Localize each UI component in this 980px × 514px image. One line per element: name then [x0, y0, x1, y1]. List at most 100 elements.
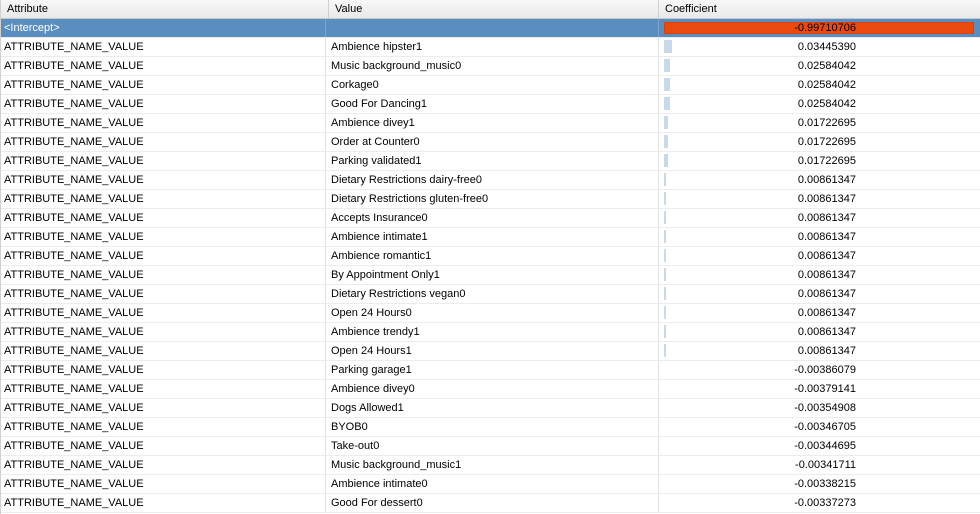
coefficient-cell: 0.01722695 [659, 152, 980, 170]
value-cell: Dogs Allowed1 [329, 399, 659, 417]
table-row[interactable]: ATTRIBUTE_NAME_VALUE Ambience intimate0 -0… [1, 475, 980, 494]
table-row[interactable]: ATTRIBUTE_NAME_VALUE BYOB0 -0.00346705 [1, 418, 980, 437]
coefficient-bar [664, 97, 670, 110]
table-row[interactable]: ATTRIBUTE_NAME_VALUE Dietary Restrictions… [1, 171, 980, 190]
coefficient-value: -0.00337273 [794, 497, 856, 509]
table-row[interactable]: ATTRIBUTE_NAME_VALUE Accepts Insurance0 0.… [1, 209, 980, 228]
coefficient-value: -0.00338215 [794, 478, 856, 490]
table-row[interactable]: ATTRIBUTE_NAME_VALUE Ambience divey0 -0.00… [1, 380, 980, 399]
attribute-cell: ATTRIBUTE_NAME_VALUE [4, 190, 326, 208]
coefficient-bar [664, 325, 666, 338]
value-cell: Parking garage1 [329, 361, 659, 379]
coefficient-cell: -0.00379141 [659, 380, 980, 398]
table-row[interactable]: ATTRIBUTE_NAME_VALUE Dietary Restrictions… [1, 285, 980, 304]
attribute-cell: ATTRIBUTE_NAME_VALUE [4, 304, 326, 322]
attribute-cell: ATTRIBUTE_NAME_VALUE [4, 361, 326, 379]
value-cell: Ambience intimate0 [329, 475, 659, 493]
coefficient-bar [664, 268, 666, 281]
table-row[interactable]: ATTRIBUTE_NAME_VALUE Dogs Allowed1 -0.0035… [1, 399, 980, 418]
column-header-attribute[interactable]: Attribute [1, 0, 329, 18]
attribute-cell: ATTRIBUTE_NAME_VALUE [4, 95, 326, 113]
table-row[interactable]: ATTRIBUTE_NAME_VALUE Corkage0 0.02584042 [1, 76, 980, 95]
coefficient-bar [664, 230, 666, 243]
attribute-cell: ATTRIBUTE_NAME_VALUE [4, 38, 326, 56]
value-cell: Take-out0 [329, 437, 659, 455]
attribute-cell: ATTRIBUTE_NAME_VALUE [4, 152, 326, 170]
coefficient-bar [664, 116, 668, 129]
coefficient-value: 0.01722695 [797, 155, 856, 167]
value-cell: Parking validated1 [329, 152, 659, 170]
attribute-cell: ATTRIBUTE_NAME_VALUE [4, 266, 326, 284]
coefficient-cell: -0.00338215 [659, 475, 980, 493]
coefficient-value: 0.00861347 [797, 307, 856, 319]
table-row[interactable]: ATTRIBUTE_NAME_VALUE Parking garage1 -0.00… [1, 361, 980, 380]
table-row[interactable]: ATTRIBUTE_NAME_VALUE Ambience trendy1 0.00… [1, 323, 980, 342]
value-cell: Dietary Restrictions vegan0 [329, 285, 659, 303]
value-cell: BYOB0 [329, 418, 659, 436]
table-row[interactable]: ATTRIBUTE_NAME_VALUE Ambience romantic1 0.… [1, 247, 980, 266]
coefficient-value: 0.00861347 [797, 269, 856, 281]
coefficient-bar [664, 211, 666, 224]
table-row[interactable]: ATTRIBUTE_NAME_VALUE Ambience intimate1 0.… [1, 228, 980, 247]
coefficient-value: 0.00861347 [797, 212, 856, 224]
table-header: Attribute Value Coefficient [1, 0, 980, 19]
value-cell: Ambience intimate1 [329, 228, 659, 246]
coefficient-cell: -0.99710706 [659, 19, 980, 37]
coefficient-value: -0.00344695 [794, 440, 856, 452]
attribute-cell: ATTRIBUTE_NAME_VALUE [4, 57, 326, 75]
attribute-cell: ATTRIBUTE_NAME_VALUE [4, 380, 326, 398]
coefficient-cell: -0.00346705 [659, 418, 980, 436]
coefficient-cell: 0.00861347 [659, 228, 980, 246]
coefficient-cell: -0.00386079 [659, 361, 980, 379]
table-row[interactable]: ATTRIBUTE_NAME_VALUE Good For dessert0 -0.… [1, 494, 980, 513]
attribute-cell: ATTRIBUTE_NAME_VALUE [4, 171, 326, 189]
attribute-cell: ATTRIBUTE_NAME_VALUE [4, 76, 326, 94]
coefficient-value: 0.00861347 [797, 250, 856, 262]
coefficient-bar [664, 78, 670, 91]
table-row[interactable]: ATTRIBUTE_NAME_VALUE Ambience hipster1 0.0… [1, 38, 980, 57]
coefficient-value: -0.00379141 [794, 383, 856, 395]
table-row[interactable]: ATTRIBUTE_NAME_VALUE Take-out0 -0.00344695 [1, 437, 980, 456]
table-row[interactable]: ATTRIBUTE_NAME_VALUE Music background_mus… [1, 456, 980, 475]
coefficient-value: 0.00861347 [797, 288, 856, 300]
table-row[interactable]: ATTRIBUTE_NAME_VALUE Open 24 Hours0 0.0086… [1, 304, 980, 323]
value-cell: By Appointment Only1 [329, 266, 659, 284]
coefficient-bar [664, 249, 666, 262]
table-row[interactable]: <Intercept> -0.99710706 [1, 19, 980, 38]
value-cell: Open 24 Hours1 [329, 342, 659, 360]
attribute-cell: <Intercept> [4, 19, 326, 37]
table-row[interactable]: ATTRIBUTE_NAME_VALUE Ambience divey1 0.017… [1, 114, 980, 133]
attribute-cell: ATTRIBUTE_NAME_VALUE [4, 114, 326, 132]
attribute-cell: ATTRIBUTE_NAME_VALUE [4, 133, 326, 151]
coefficient-table: Attribute Value Coefficient <Intercept> -… [0, 0, 980, 514]
coefficient-cell: -0.00354908 [659, 399, 980, 417]
coefficient-value: 0.01722695 [797, 136, 856, 148]
coefficient-cell: 0.02584042 [659, 57, 980, 75]
table-row[interactable]: ATTRIBUTE_NAME_VALUE Music background_mus… [1, 57, 980, 76]
column-header-coefficient[interactable]: Coefficient [659, 0, 980, 18]
attribute-cell: ATTRIBUTE_NAME_VALUE [4, 475, 326, 493]
value-cell: Ambience hipster1 [329, 38, 659, 56]
value-cell: Good For Dancing1 [329, 95, 659, 113]
coefficient-value: 0.00861347 [797, 345, 856, 357]
column-header-value[interactable]: Value [329, 0, 659, 18]
coefficient-cell: 0.00861347 [659, 304, 980, 322]
coefficient-bar [664, 135, 668, 148]
value-cell: Music background_music0 [329, 57, 659, 75]
coefficient-value: -0.00386079 [794, 364, 856, 376]
value-cell: Ambience romantic1 [329, 247, 659, 265]
table-row[interactable]: ATTRIBUTE_NAME_VALUE Order at Counter0 0.0… [1, 133, 980, 152]
attribute-cell: ATTRIBUTE_NAME_VALUE [4, 437, 326, 455]
coefficient-value: -0.00341711 [795, 459, 856, 471]
value-cell: Ambience trendy1 [329, 323, 659, 341]
table-row[interactable]: ATTRIBUTE_NAME_VALUE By Appointment Only1… [1, 266, 980, 285]
coefficient-cell: 0.01722695 [659, 133, 980, 151]
coefficient-bar [664, 40, 672, 53]
table-row[interactable]: ATTRIBUTE_NAME_VALUE Good For Dancing1 0.0… [1, 95, 980, 114]
coefficient-cell: 0.00861347 [659, 285, 980, 303]
coefficient-value: 0.03445390 [797, 41, 856, 53]
table-row[interactable]: ATTRIBUTE_NAME_VALUE Parking validated1 0.… [1, 152, 980, 171]
table-row[interactable]: ATTRIBUTE_NAME_VALUE Dietary Restrictions… [1, 190, 980, 209]
coefficient-value: -0.99710706 [794, 22, 856, 34]
table-row[interactable]: ATTRIBUTE_NAME_VALUE Open 24 Hours1 0.0086… [1, 342, 980, 361]
